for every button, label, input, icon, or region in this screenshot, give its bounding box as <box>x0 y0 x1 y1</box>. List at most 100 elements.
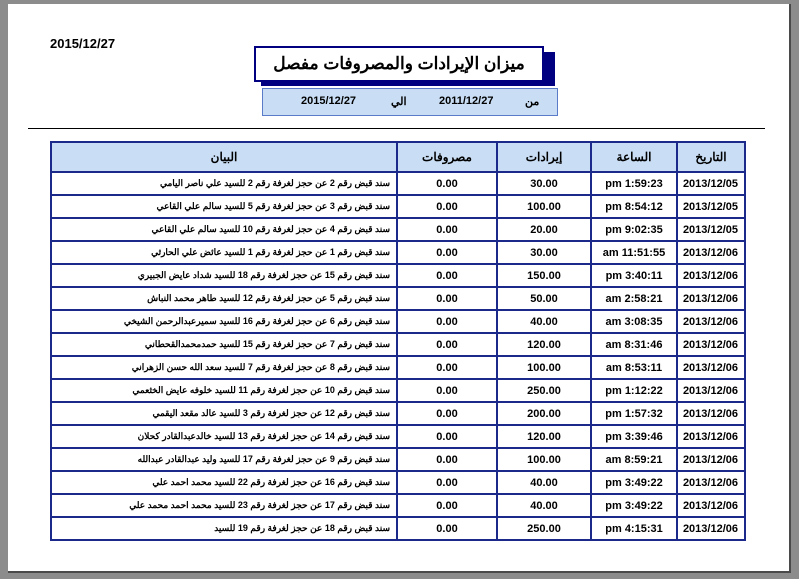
cell-description: سند قبض رقم 1 عن حجز لغرفة رقم 1 للسيد ع… <box>50 240 398 265</box>
table-row: 2013/12/06 8:53:11 am 100.00 0.00 سند قبض رق… <box>50 355 746 380</box>
cell-income: 250.00 <box>496 378 592 403</box>
table-row: 2013/12/06 3:49:22 pm 40.00 0.00 سند قبض رقم… <box>50 493 746 518</box>
report-title-text: ميزان الإيرادات والمصروفات مفصل <box>273 54 525 73</box>
table-row: 2013/12/05 1:59:23 pm 30.00 0.00 سند قبض رقم… <box>50 171 746 196</box>
cell-expenses: 0.00 <box>396 516 498 541</box>
cell-income: 30.00 <box>496 240 592 265</box>
cell-expenses: 0.00 <box>396 309 498 334</box>
period-to-date: 2015/12/27 <box>301 95 357 107</box>
table-row: 2013/12/06 3:08:35 am 40.00 0.00 سند قبض رقم… <box>50 309 746 334</box>
cell-description: سند قبض رقم 16 عن حجز لغرفة رقم 22 للسيد… <box>50 470 398 495</box>
cell-expenses: 0.00 <box>396 217 498 242</box>
table-row: 2013/12/06 4:15:31 pm 250.00 0.00 سند قبض رق… <box>50 516 746 541</box>
cell-time: 4:15:31 pm <box>590 516 678 541</box>
cell-date: 2013/12/06 <box>676 263 746 288</box>
cell-income: 150.00 <box>496 263 592 288</box>
cell-description: سند قبض رقم 6 عن حجز لغرفة رقم 16 للسيد … <box>50 309 398 334</box>
col-header-expenses: مصروفات <box>396 141 498 173</box>
cell-expenses: 0.00 <box>396 263 498 288</box>
col-header-date: التاريخ <box>676 141 746 173</box>
cell-description: سند قبض رقم 5 عن حجز لغرفة رقم 12 للسيد … <box>50 286 398 311</box>
cell-description: سند قبض رقم 3 عن حجز لغرفة رقم 5 للسيد س… <box>50 194 398 219</box>
table-row: 2013/12/06 3:39:46 pm 120.00 0.00 سند قبض رق… <box>50 424 746 449</box>
cell-date: 2013/12/06 <box>676 332 746 357</box>
period-from-label: من <box>525 96 540 108</box>
cell-expenses: 0.00 <box>396 171 498 196</box>
period-range: من 2011/12/27 الي 2015/12/27 <box>262 88 558 116</box>
cell-date: 2013/12/05 <box>676 171 746 196</box>
cell-time: 3:49:22 pm <box>590 493 678 518</box>
cell-expenses: 0.00 <box>396 286 498 311</box>
cell-expenses: 0.00 <box>396 355 498 380</box>
cell-expenses: 0.00 <box>396 194 498 219</box>
cell-time: 3:40:11 pm <box>590 263 678 288</box>
cell-expenses: 0.00 <box>396 447 498 472</box>
cell-income: 50.00 <box>496 286 592 311</box>
col-header-income: إيرادات <box>496 141 592 173</box>
cell-expenses: 0.00 <box>396 378 498 403</box>
cell-income: 100.00 <box>496 194 592 219</box>
cell-expenses: 0.00 <box>396 493 498 518</box>
cell-time: 8:54:12 pm <box>590 194 678 219</box>
cell-date: 2013/12/06 <box>676 286 746 311</box>
cell-income: 100.00 <box>496 447 592 472</box>
cell-income: 120.00 <box>496 424 592 449</box>
cell-description: سند قبض رقم 2 عن حجز لغرفة رقم 2 للسيد ع… <box>50 171 398 196</box>
table-row: 2013/12/05 8:54:12 pm 100.00 0.00 سند قبض رق… <box>50 194 746 219</box>
cell-income: 40.00 <box>496 309 592 334</box>
cell-time: 8:53:11 am <box>590 355 678 380</box>
period-from-date: 2011/12/27 <box>439 95 494 107</box>
cell-time: 3:49:22 pm <box>590 470 678 495</box>
cell-date: 2013/12/06 <box>676 493 746 518</box>
table-row: 2013/12/06 1:57:32 pm 200.00 0.00 سند قبض رق… <box>50 401 746 426</box>
col-header-time: الساعة <box>590 141 678 173</box>
cell-time: 1:57:32 pm <box>590 401 678 426</box>
cell-date: 2013/12/06 <box>676 447 746 472</box>
report-viewer: 2015/12/27 ميزان الإيرادات والمصروفات مف… <box>0 0 799 579</box>
table-row: 2013/12/06 2:58:21 am 50.00 0.00 سند قبض رقم… <box>50 286 746 311</box>
cell-expenses: 0.00 <box>396 401 498 426</box>
cell-description: سند قبض رقم 4 عن حجز لغرفة رقم 10 للسيد … <box>50 217 398 242</box>
cell-date: 2013/12/06 <box>676 309 746 334</box>
cell-income: 30.00 <box>496 171 592 196</box>
cell-description: سند قبض رقم 15 عن حجز لغرفة رقم 18 للسيد… <box>50 263 398 288</box>
cell-expenses: 0.00 <box>396 332 498 357</box>
cell-income: 120.00 <box>496 332 592 357</box>
cell-date: 2013/12/06 <box>676 378 746 403</box>
cell-date: 2013/12/06 <box>676 355 746 380</box>
cell-date: 2013/12/05 <box>676 194 746 219</box>
print-date: 2015/12/27 <box>50 36 116 51</box>
cell-description: سند قبض رقم 9 عن حجز لغرفة رقم 17 للسيد … <box>50 447 398 472</box>
table-row: 2013/12/06 8:59:21 am 100.00 0.00 سند قبض رق… <box>50 447 746 472</box>
cell-income: 200.00 <box>496 401 592 426</box>
cell-date: 2013/12/06 <box>676 424 746 449</box>
cell-time: 1:59:23 pm <box>590 171 678 196</box>
cell-date: 2013/12/06 <box>676 240 746 265</box>
ledger-body: 2013/12/05 1:59:23 pm 30.00 0.00 سند قبض رقم… <box>50 171 746 541</box>
cell-income: 20.00 <box>496 217 592 242</box>
report-title: ميزان الإيرادات والمصروفات مفصل <box>254 46 544 82</box>
cell-description: سند قبض رقم 18 عن حجز لغرفة رقم 19 للسيد <box>50 516 398 541</box>
cell-expenses: 0.00 <box>396 424 498 449</box>
cell-description: سند قبض رقم 14 عن حجز لغرفة رقم 13 للسيد… <box>50 424 398 449</box>
ledger-table: التاريخ الساعة إيرادات مصروفات البيان 20… <box>50 141 746 541</box>
table-row: 2013/12/06 3:49:22 pm 40.00 0.00 سند قبض رقم… <box>50 470 746 495</box>
cell-date: 2013/12/05 <box>676 217 746 242</box>
cell-date: 2013/12/06 <box>676 470 746 495</box>
cell-time: 3:39:46 pm <box>590 424 678 449</box>
col-header-description: البيان <box>50 141 398 173</box>
cell-description: سند قبض رقم 8 عن حجز لغرفة رقم 7 للسيد س… <box>50 355 398 380</box>
table-row: 2013/12/06 11:51:55 am 30.00 0.00 سند قبض رق… <box>50 240 746 265</box>
table-row: 2013/12/06 8:31:46 am 120.00 0.00 سند قبض رق… <box>50 332 746 357</box>
table-header-row: التاريخ الساعة إيرادات مصروفات البيان <box>50 141 746 173</box>
cell-description: سند قبض رقم 7 عن حجز لغرفة رقم 15 للسيد … <box>50 332 398 357</box>
cell-time: 2:58:21 am <box>590 286 678 311</box>
cell-date: 2013/12/06 <box>676 516 746 541</box>
cell-time: 1:12:22 pm <box>590 378 678 403</box>
cell-time: 9:02:35 pm <box>590 217 678 242</box>
period-to-label: الي <box>391 96 407 108</box>
cell-expenses: 0.00 <box>396 470 498 495</box>
cell-time: 11:51:55 am <box>590 240 678 265</box>
cell-income: 100.00 <box>496 355 592 380</box>
cell-income: 250.00 <box>496 516 592 541</box>
